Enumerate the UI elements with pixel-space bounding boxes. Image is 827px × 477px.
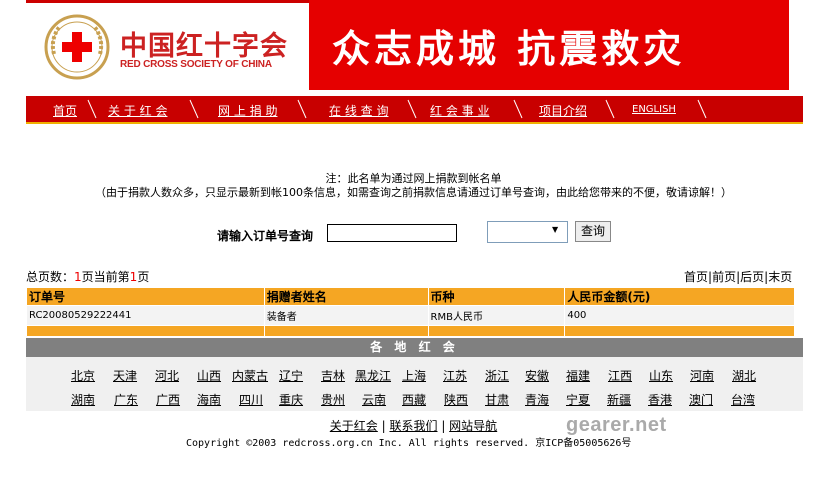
region-link[interactable]: 澳门	[689, 391, 713, 408]
region-link[interactable]: 河南	[690, 367, 714, 384]
nav-separator-icon	[86, 98, 98, 120]
footer-link-contact[interactable]: 联系我们	[389, 419, 437, 433]
pager-total-prefix: 总页数：	[26, 270, 75, 284]
region-link[interactable]: 江西	[608, 367, 632, 384]
region-link[interactable]: 香港	[648, 391, 672, 408]
col-header-currency: 币种	[427, 287, 566, 306]
region-link[interactable]: 新疆	[607, 391, 631, 408]
pager-prev-link[interactable]: 前页	[712, 270, 736, 284]
cell-order-number: RC20080529222441	[26, 305, 265, 326]
region-link[interactable]: 江苏	[443, 367, 467, 384]
watermark: gearer.net	[566, 414, 667, 436]
search-label: 请输入订单号查询	[217, 229, 314, 243]
pager-next-link[interactable]: 后页	[740, 270, 764, 284]
table-header-row: 订单号 捐赠者姓名 币种 人民币金额(元)	[26, 287, 795, 306]
pager-suffix: 页	[137, 270, 150, 284]
region-link[interactable]: 上海	[402, 367, 426, 384]
pager-mid: 页当前第	[81, 270, 130, 284]
nav-item-donate[interactable]: 网 上 捐 助	[218, 102, 277, 119]
region-link[interactable]: 黑龙江	[355, 367, 391, 384]
main-nav: 首页 关 于 红 会 网 上 捐 助 在 线 查 询 红 会 事 业 项目介绍 …	[26, 96, 803, 124]
banner-slogan: 众志成城 抗震救灾	[332, 27, 686, 71]
region-link[interactable]: 海南	[197, 391, 221, 408]
query-button[interactable]: 查询	[575, 221, 611, 242]
region-link[interactable]: 山东	[649, 367, 673, 384]
copyright-text: Copyright ©2003 redcross.org.cn Inc. All…	[186, 438, 632, 449]
region-link[interactable]: 北京	[71, 367, 95, 384]
region-link[interactable]: 山西	[197, 367, 221, 384]
region-link[interactable]: 广东	[114, 391, 138, 408]
region-section-title: 各 地 红 会	[26, 338, 803, 357]
pager-links: 首页|前页|后页|末页	[684, 270, 793, 284]
nav-separator-icon	[512, 98, 524, 120]
region-link[interactable]: 陕西	[444, 391, 468, 408]
region-link[interactable]: 天津	[113, 367, 137, 384]
cell-currency: RMB人民币	[427, 305, 566, 326]
region-link[interactable]: 湖北	[732, 367, 756, 384]
region-link[interactable]: 甘肃	[485, 391, 509, 408]
region-link[interactable]: 贵州	[321, 391, 345, 408]
footer-link-sitemap[interactable]: 网站导航	[449, 419, 497, 433]
logo-english-text: RED CROSS SOCIETY OF CHINA	[120, 59, 272, 70]
region-link[interactable]: 湖南	[71, 391, 95, 408]
red-cross-emblem-icon	[44, 14, 110, 80]
region-link[interactable]: 吉林	[321, 367, 345, 384]
nav-item-query[interactable]: 在 线 查 询	[329, 102, 388, 119]
pager-last-link[interactable]: 末页	[768, 270, 792, 284]
nav-separator-icon	[406, 98, 418, 120]
notice-line-2: （由于捐款人数众多，只显示最新到帐100条信息，如需查询之前捐款信息请通过订单号…	[95, 186, 732, 199]
region-link[interactable]: 安徽	[525, 367, 549, 384]
region-link[interactable]: 台湾	[731, 391, 755, 408]
cell-amount: 400	[564, 305, 795, 326]
region-link[interactable]: 内蒙古	[232, 367, 268, 384]
region-link[interactable]: 广西	[156, 391, 180, 408]
region-link[interactable]: 河北	[155, 367, 179, 384]
footer-links: 关于红会 | 联系我们 | 网站导航	[329, 419, 498, 433]
chevron-down-icon[interactable]: ▼	[552, 225, 558, 234]
region-link[interactable]: 宁夏	[566, 391, 590, 408]
col-header-amount: 人民币金额(元)	[564, 287, 795, 306]
nav-item-home[interactable]: 首页	[53, 102, 77, 119]
region-link[interactable]: 重庆	[279, 391, 303, 408]
pager-first-link[interactable]: 首页	[684, 270, 708, 284]
region-link[interactable]: 青海	[525, 391, 549, 408]
nav-item-english[interactable]: ENGLISH	[632, 104, 676, 115]
pager-total-pages: 1	[74, 270, 82, 284]
logo-chinese-text: 中国红十字会	[120, 31, 288, 62]
nav-item-about[interactable]: 关 于 红 会	[108, 102, 167, 119]
nav-separator-icon	[188, 98, 200, 120]
nav-separator-icon	[296, 98, 308, 120]
region-link[interactable]: 云南	[362, 391, 386, 408]
col-header-donor-name: 捐赠者姓名	[263, 287, 429, 306]
nav-separator-icon	[604, 98, 616, 120]
pager-info: 总页数：1页当前第1页	[26, 268, 149, 285]
region-link[interactable]: 辽宁	[279, 367, 303, 384]
table-footer-row	[26, 325, 795, 337]
nav-item-cause[interactable]: 红 会 事 业	[430, 102, 489, 119]
footer-link-about[interactable]: 关于红会	[330, 419, 378, 433]
cell-donor-name: 装备者	[263, 305, 429, 326]
region-link[interactable]: 福建	[566, 367, 590, 384]
donation-table: 订单号 捐赠者姓名 币种 人民币金额(元) RC20080529222441 装…	[26, 287, 795, 337]
region-link[interactable]: 浙江	[485, 367, 509, 384]
nav-item-projects[interactable]: 项目介绍	[539, 102, 587, 119]
table-row: RC20080529222441 装备者 RMB人民币 400	[26, 305, 795, 326]
nav-separator-icon	[696, 98, 708, 120]
region-links-area: 北京 天津 河北 山西 内蒙古 辽宁 吉林 黑龙江 上海 江苏 浙江 安徽 福建…	[26, 357, 803, 411]
col-header-order-number: 订单号	[26, 287, 265, 306]
region-link[interactable]: 西藏	[402, 391, 426, 408]
order-number-input[interactable]	[327, 224, 457, 242]
region-link[interactable]: 四川	[239, 391, 263, 408]
